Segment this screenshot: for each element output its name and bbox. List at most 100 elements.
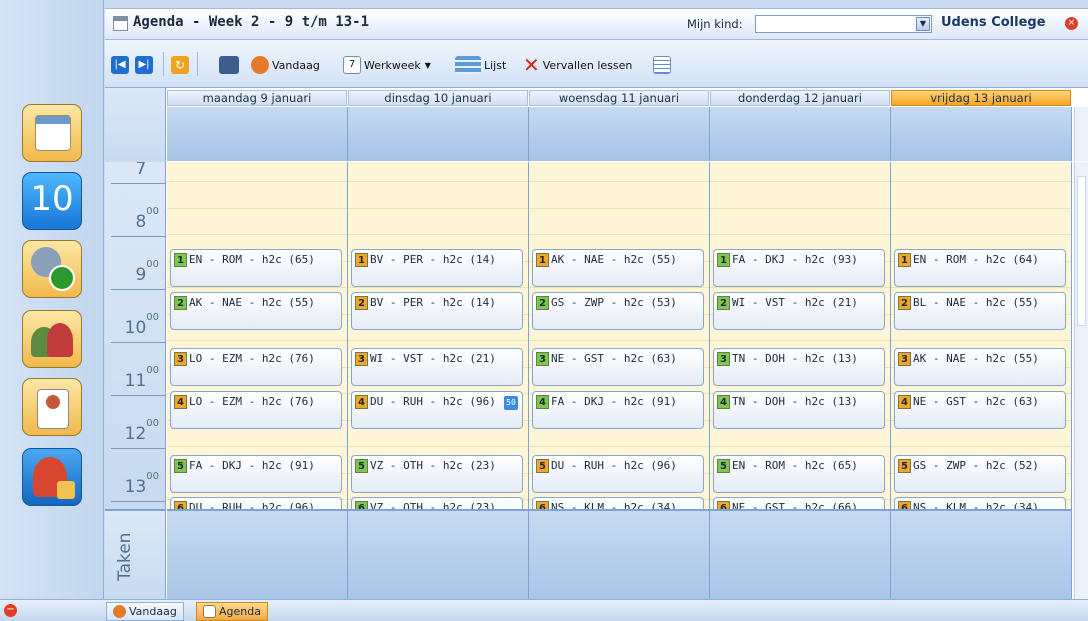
homework-badge-icon[interactable]: 50: [504, 396, 518, 410]
lesson-event[interactable]: 3 WI - VST - h2c (21): [351, 348, 523, 386]
lesson-event[interactable]: 6 NS - KLM - h2c (34): [532, 497, 704, 509]
lesson-label: NE - GST - h2c (66): [732, 501, 858, 509]
lesson-event[interactable]: 1 FA - DKJ - h2c (93): [713, 249, 885, 287]
legend-icon[interactable]: [653, 54, 674, 76]
tab-today[interactable]: Vandaag: [106, 602, 184, 621]
day-column[interactable]: 1 EN - ROM - h2c (65) 2 AK - NAE - h2c (55)…: [167, 162, 348, 509]
refresh-icon[interactable]: ↻: [171, 54, 192, 76]
allday-scrollbar[interactable]: [1074, 107, 1088, 161]
lesson-event[interactable]: 3 LO - EZM - h2c (76): [170, 348, 342, 386]
slot-line: [710, 181, 890, 182]
hour-minutes: 00: [146, 259, 159, 271]
slot-line: [710, 287, 890, 288]
slot-line: [348, 446, 528, 447]
allday-cell[interactable]: [710, 107, 891, 161]
user-settings-icon[interactable]: [22, 448, 82, 506]
time-scrollbar[interactable]: [1074, 162, 1088, 509]
tasks-cell[interactable]: [710, 509, 891, 599]
lesson-event[interactable]: 1 EN - ROM - h2c (65): [170, 249, 342, 287]
allday-cell[interactable]: [529, 107, 710, 161]
slot-line: [348, 287, 528, 288]
slot-line: [891, 234, 1071, 235]
lesson-hour-badge: 2: [898, 296, 911, 310]
lesson-event[interactable]: 5 FA - DKJ - h2c (91): [170, 455, 342, 493]
lesson-hour-badge: 6: [717, 501, 730, 509]
calendar-icon[interactable]: [22, 104, 82, 162]
lesson-event[interactable]: 3 NE - GST - h2c (63): [532, 348, 704, 386]
slot-line: [710, 208, 890, 209]
hour-separator: [111, 395, 165, 396]
lesson-hour-badge: 3: [355, 352, 368, 366]
lesson-event[interactable]: 4 NE - GST - h2c (63): [894, 391, 1066, 429]
workweek-button[interactable]: 7 Werkweek ▼: [343, 54, 431, 76]
lesson-event[interactable]: 1 BV - PER - h2c (14): [351, 249, 523, 287]
day-column[interactable]: 1 EN - ROM - h2c (64) 2 BL - NAE - h2c (55)…: [891, 162, 1072, 509]
lesson-event[interactable]: 4 FA - DKJ - h2c (91): [532, 391, 704, 429]
lesson-event[interactable]: 4 LO - EZM - h2c (76): [170, 391, 342, 429]
profile-card-icon[interactable]: [22, 378, 82, 436]
lesson-event[interactable]: 3 AK - NAE - h2c (55): [894, 348, 1066, 386]
lesson-label: BL - NAE - h2c (55): [913, 296, 1039, 309]
tab-agenda-label: Agenda: [219, 605, 261, 618]
lesson-label: DU - RUH - h2c (96): [551, 459, 677, 472]
title-bar: Agenda - Week 2 - 9 t/m 13-1 Mijn kind: …: [105, 8, 1088, 40]
next-page-icon[interactable]: ▶|: [135, 54, 156, 76]
students-icon[interactable]: [22, 310, 82, 368]
tasks-cell[interactable]: [529, 509, 710, 599]
calendar-icon: 7: [343, 56, 361, 74]
lesson-label: VZ - OTH - h2c (23): [370, 501, 496, 509]
lesson-event[interactable]: 4 TN - DOH - h2c (13): [713, 391, 885, 429]
tab-agenda[interactable]: Agenda: [196, 602, 268, 621]
day-header[interactable]: maandag 9 januari: [167, 90, 347, 106]
lesson-event[interactable]: 2 BL - NAE - h2c (55): [894, 292, 1066, 330]
allday-cell[interactable]: [891, 107, 1072, 161]
lesson-event[interactable]: 2 AK - NAE - h2c (55): [170, 292, 342, 330]
close-icon[interactable]: ×: [1065, 17, 1078, 30]
lesson-event[interactable]: 1 AK - NAE - h2c (55): [532, 249, 704, 287]
tab-today-label: Vandaag: [129, 605, 177, 618]
tasks-cell[interactable]: [348, 509, 529, 599]
lesson-event[interactable]: 6 VZ - OTH - h2c (23): [351, 497, 523, 509]
lesson-event[interactable]: 5 EN - ROM - h2c (65): [713, 455, 885, 493]
child-select[interactable]: ▼: [755, 15, 932, 33]
day-header[interactable]: donderdag 12 januari: [710, 90, 890, 106]
cross-icon: ✕: [523, 53, 540, 77]
day-column[interactable]: 1 BV - PER - h2c (14) 2 BV - PER - h2c (14)…: [348, 162, 529, 509]
lesson-event[interactable]: 5 DU - RUH - h2c (96): [532, 455, 704, 493]
logout-icon[interactable]: −: [4, 604, 17, 617]
day-calendar-icon[interactable]: 10: [22, 172, 82, 230]
lesson-label: NE - GST - h2c (63): [551, 352, 677, 365]
tasks-scrollbar[interactable]: [1074, 509, 1088, 599]
lesson-event[interactable]: 3 TN - DOH - h2c (13): [713, 348, 885, 386]
print-icon[interactable]: [219, 54, 242, 76]
today-button[interactable]: Vandaag: [251, 54, 320, 76]
lesson-event[interactable]: 2 WI - VST - h2c (21): [713, 292, 885, 330]
tasks-cell[interactable]: [167, 509, 348, 599]
lesson-event[interactable]: 6 DU - RUH - h2c (96): [170, 497, 342, 509]
user-check-icon[interactable]: [22, 240, 82, 298]
workweek-label: Werkweek: [364, 58, 421, 72]
expired-lessons-button[interactable]: ✕ Vervallen lessen: [523, 54, 632, 76]
slot-line: [348, 234, 528, 235]
lesson-event[interactable]: 6 NS - KLM - h2c (34): [894, 497, 1066, 509]
lesson-event[interactable]: 5 VZ - OTH - h2c (23): [351, 455, 523, 493]
tasks-cell[interactable]: [891, 509, 1072, 599]
day-column[interactable]: 1 FA - DKJ - h2c (93) 2 WI - VST - h2c (21)…: [710, 162, 891, 509]
lesson-event[interactable]: 1 EN - ROM - h2c (64): [894, 249, 1066, 287]
lesson-event[interactable]: 2 GS - ZWP - h2c (53): [532, 292, 704, 330]
lesson-event[interactable]: 2 BV - PER - h2c (14): [351, 292, 523, 330]
lesson-hour-badge: 3: [717, 352, 730, 366]
day-column[interactable]: 1 AK - NAE - h2c (55) 2 GS - ZWP - h2c (53)…: [529, 162, 710, 509]
day-header[interactable]: dinsdag 10 januari: [348, 90, 528, 106]
allday-cell[interactable]: [348, 107, 529, 161]
lesson-event[interactable]: 6 NE - GST - h2c (66): [713, 497, 885, 509]
lesson-event[interactable]: 5 GS - ZWP - h2c (52): [894, 455, 1066, 493]
day-header[interactable]: vrijdag 13 januari: [891, 90, 1071, 106]
lesson-hour-badge: 1: [536, 253, 549, 267]
lesson-event[interactable]: 4 DU - RUH - h2c (96) 50: [351, 391, 523, 429]
allday-cell[interactable]: [167, 107, 348, 161]
day-header[interactable]: woensdag 11 januari: [529, 90, 709, 106]
list-button[interactable]: Lijst: [455, 54, 506, 76]
chevron-down-icon[interactable]: ▼: [916, 17, 930, 31]
first-page-icon[interactable]: |◀: [111, 54, 132, 76]
